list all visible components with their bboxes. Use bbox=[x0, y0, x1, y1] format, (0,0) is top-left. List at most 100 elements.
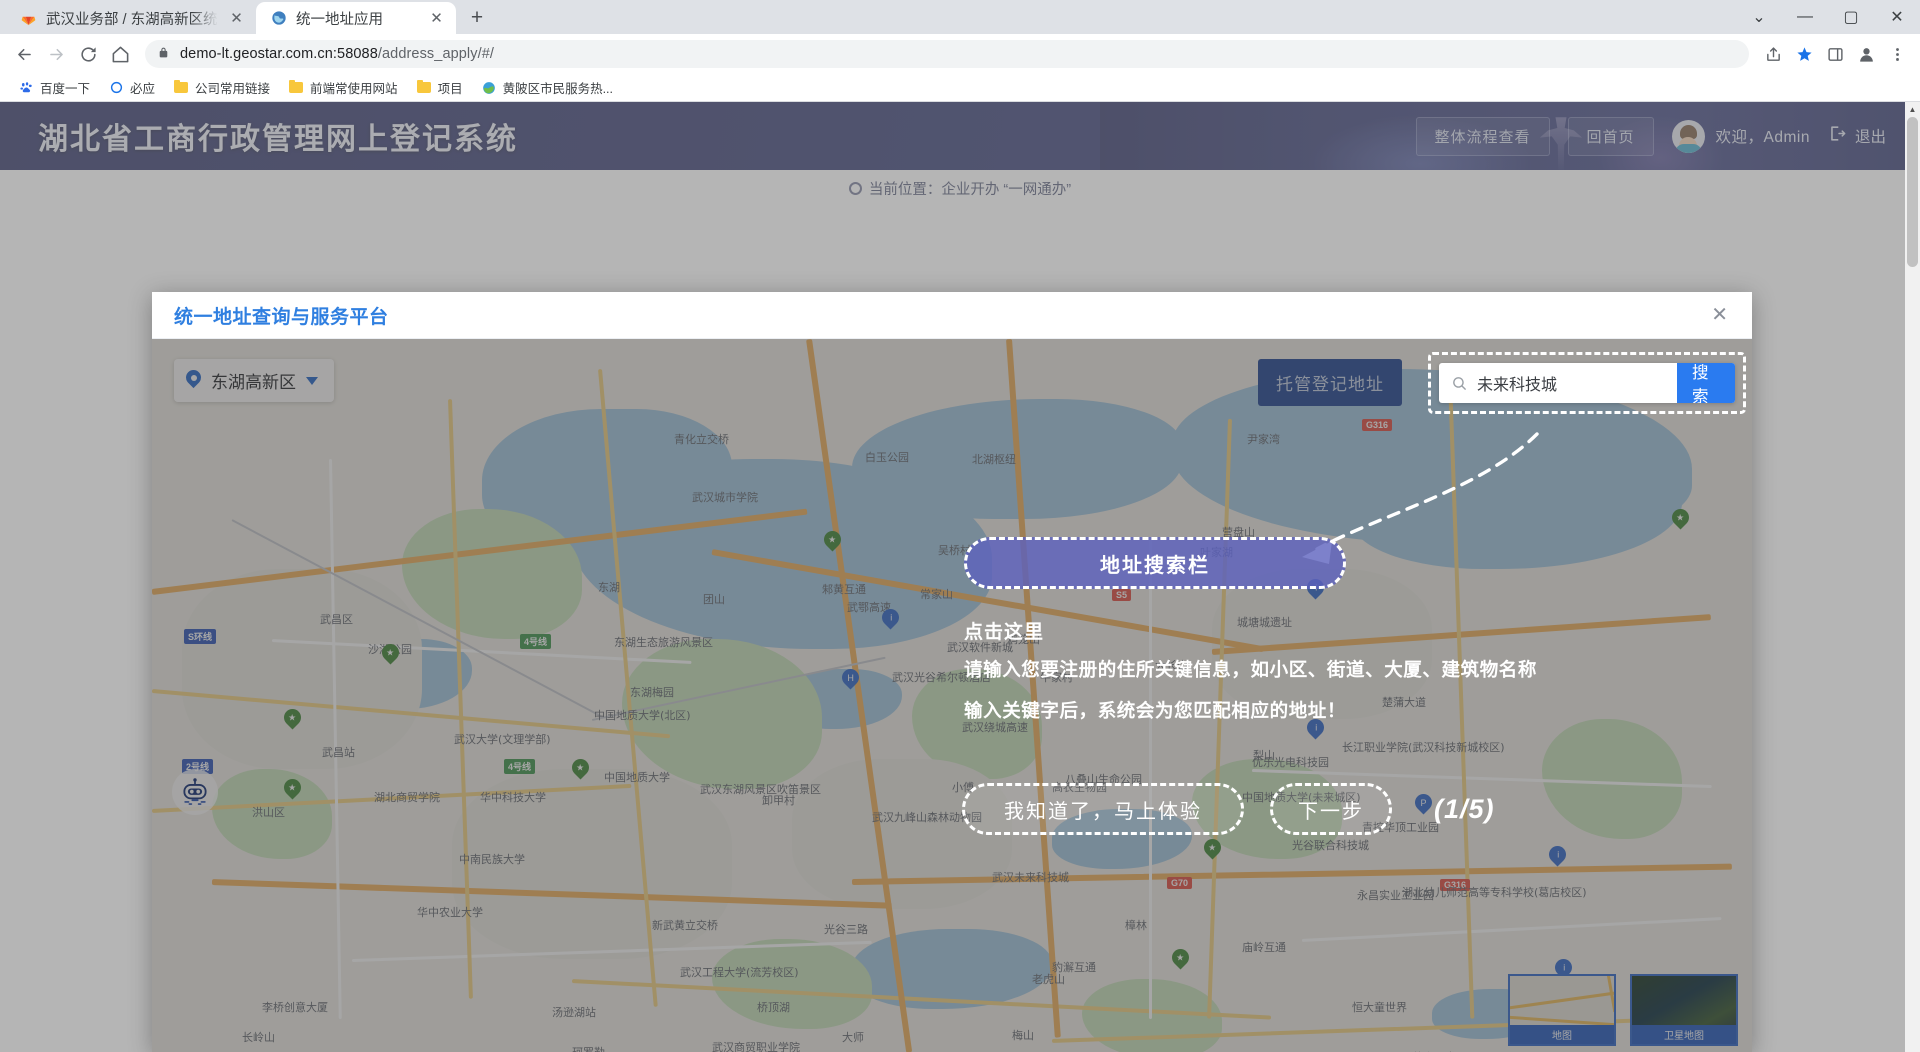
tab-close-button[interactable]: ✕ bbox=[427, 9, 446, 28]
modal-header: 统一地址查询与服务平台 ✕ bbox=[152, 292, 1752, 339]
map-label: 李桥创意大厦 bbox=[262, 1001, 328, 1014]
kebab-menu-icon[interactable] bbox=[1883, 40, 1911, 68]
road-shield: G70 bbox=[1167, 877, 1193, 889]
map-poi[interactable]: ★ bbox=[1668, 505, 1693, 530]
map-label: 东湖 bbox=[598, 581, 620, 594]
profile-icon[interactable] bbox=[1852, 40, 1880, 68]
map-thumb-satellite[interactable]: 卫星地图 bbox=[1630, 974, 1738, 1046]
map-type-thumbnails: 地图 卫星地图 bbox=[1508, 974, 1738, 1046]
sidepanel-icon[interactable] bbox=[1821, 40, 1849, 68]
region-selector-value: 东湖高新区 bbox=[211, 373, 296, 392]
map-label: 大长山 bbox=[1155, 659, 1188, 672]
scroll-up-arrow-icon[interactable]: ▲ bbox=[1905, 102, 1920, 117]
map-label: 老虎山 bbox=[1032, 973, 1065, 986]
map-label: 青化立交桥 bbox=[674, 433, 729, 446]
map-label: 湖北商贸学院 bbox=[374, 791, 440, 804]
map-label: 珂罗勒 bbox=[572, 1044, 605, 1052]
map-poi[interactable]: ★ bbox=[280, 775, 305, 800]
map-label: 大师 bbox=[842, 1031, 864, 1044]
map-poi[interactable]: i bbox=[878, 605, 903, 630]
map-label: 武汉工程大学(流芳校区) bbox=[680, 966, 799, 979]
maximize-button[interactable]: ▢ bbox=[1828, 0, 1874, 34]
map-label: 吴桥村 bbox=[938, 544, 971, 557]
bookmark-folder-project[interactable]: 项目 bbox=[408, 75, 471, 100]
road-shield: S5 bbox=[1112, 589, 1132, 601]
baidu-icon bbox=[18, 80, 34, 96]
map-poi[interactable]: ★ bbox=[378, 640, 403, 665]
map-label: 楚蒲大道 bbox=[1382, 696, 1426, 709]
map-label: 东湖梅园 bbox=[630, 686, 674, 699]
back-icon[interactable] bbox=[9, 39, 39, 69]
map-label: 东湖生态旅游风景区 bbox=[614, 636, 713, 649]
map-label: 武昌区 bbox=[320, 613, 353, 626]
globe-green-icon bbox=[481, 80, 497, 96]
address-bar[interactable]: demo-lt.geostar.com.cn:58088/address_app… bbox=[145, 40, 1749, 68]
map-canvas[interactable]: G316 G316 G70 S环线 4号线 4号线 2号线 S7 S5 武昌区洪… bbox=[152, 339, 1752, 1052]
robot-icon[interactable] bbox=[172, 769, 218, 815]
tutorial-next-button[interactable]: 下一步 bbox=[1270, 783, 1392, 835]
modal-title: 统一地址查询与服务平台 bbox=[174, 306, 389, 328]
gitlab-icon bbox=[20, 10, 37, 27]
address-search-box[interactable]: 搜索 bbox=[1439, 363, 1735, 403]
tab-strip: 武汉业务部 / 东湖高新区统一地址 ✕ 统一地址应用 ✕ + ⌄ — ▢ ✕ bbox=[0, 0, 1920, 34]
search-button[interactable]: 搜索 bbox=[1677, 363, 1735, 403]
map-poi[interactable]: i bbox=[1303, 575, 1328, 600]
map-label: 新武黄立交桥 bbox=[652, 919, 718, 932]
bookmark-label: 百度一下 bbox=[40, 82, 91, 96]
map-label: 桥顶湖 bbox=[757, 1001, 790, 1014]
map-poi[interactable]: H bbox=[838, 665, 863, 690]
map-label: 北湖枢纽 bbox=[972, 453, 1016, 466]
tab-close-button[interactable]: ✕ bbox=[227, 9, 246, 28]
share-icon[interactable] bbox=[1759, 40, 1787, 68]
search-input[interactable] bbox=[1477, 373, 1677, 393]
hosting-address-button[interactable]: 托管登记地址 bbox=[1258, 359, 1402, 406]
map-poi[interactable]: ★ bbox=[820, 527, 845, 552]
map-label: 武汉未来科技城 bbox=[992, 871, 1069, 884]
map-poi[interactable]: ★ bbox=[1200, 835, 1225, 860]
map-label: 武昌站 bbox=[322, 746, 355, 759]
minimize-button[interactable]: — bbox=[1782, 0, 1828, 34]
region-selector[interactable]: 东湖高新区 bbox=[174, 359, 334, 402]
map-poi[interactable]: ★ bbox=[1168, 945, 1193, 970]
bookmark-folder-company[interactable]: 公司常用链接 bbox=[165, 75, 278, 100]
close-icon[interactable]: ✕ bbox=[1705, 301, 1734, 329]
road-shield: S环线 bbox=[184, 629, 217, 644]
map-poi[interactable]: ★ bbox=[568, 755, 593, 780]
map-label: 湖北幼儿师范高等专科学校(葛店校区) bbox=[1402, 886, 1587, 899]
bookmark-label: 前端常使用网站 bbox=[310, 82, 398, 96]
map-poi[interactable]: i bbox=[1303, 715, 1328, 740]
reload-icon[interactable] bbox=[73, 39, 103, 69]
map-poi[interactable]: ★ bbox=[280, 705, 305, 730]
browser-tab-1[interactable]: 武汉业务部 / 东湖高新区统一地址 ✕ bbox=[6, 2, 256, 34]
browser-tab-2[interactable]: 统一地址应用 ✕ bbox=[256, 2, 456, 34]
bookmark-huangpi-service[interactable]: 黄陂区市民服务热... bbox=[473, 75, 621, 100]
home-icon[interactable] bbox=[105, 39, 135, 69]
bookmark-label: 必应 bbox=[130, 82, 156, 96]
map-poi[interactable]: i bbox=[1545, 842, 1570, 867]
tutorial-done-button[interactable]: 我知道了，马上体验 bbox=[962, 783, 1244, 835]
window-close-button[interactable]: ✕ bbox=[1874, 0, 1920, 34]
forward-icon[interactable] bbox=[41, 39, 71, 69]
scrollbar-thumb[interactable] bbox=[1907, 117, 1918, 267]
page-scrollbar[interactable]: ▲ bbox=[1905, 102, 1920, 1052]
address-search-highlight: 搜索 bbox=[1428, 352, 1746, 414]
toolbar-right-actions bbox=[1759, 40, 1911, 68]
map-label: 华中科技大学 bbox=[480, 791, 546, 804]
chrome-menu-chevron-icon[interactable]: ⌄ bbox=[1736, 0, 1782, 34]
bookmark-folder-frontend[interactable]: 前端常使用网站 bbox=[280, 75, 406, 100]
bookmark-label: 公司常用链接 bbox=[195, 82, 271, 96]
map-label: 光谷三路 bbox=[824, 923, 868, 936]
map-thumb-vector[interactable]: 地图 bbox=[1508, 974, 1616, 1046]
globe-icon bbox=[270, 10, 287, 27]
search-icon bbox=[1439, 375, 1477, 392]
new-tab-button[interactable]: + bbox=[462, 2, 492, 32]
bookmark-baidu[interactable]: 百度一下 bbox=[10, 75, 98, 100]
map-label: 武汉东湖风景区吹笛景区 bbox=[700, 783, 821, 796]
tutorial-step-counter: (1/5) bbox=[1434, 793, 1495, 824]
map-thumb-label: 卫星地图 bbox=[1632, 1025, 1736, 1044]
bookmark-bing[interactable]: 必应 bbox=[100, 75, 163, 100]
map-label: 常家山 bbox=[920, 588, 953, 601]
star-icon[interactable] bbox=[1790, 40, 1818, 68]
browser-window: 武汉业务部 / 东湖高新区统一地址 ✕ 统一地址应用 ✕ + ⌄ — ▢ ✕ bbox=[0, 0, 1920, 1052]
map-label: 武汉城市学院 bbox=[692, 491, 758, 504]
